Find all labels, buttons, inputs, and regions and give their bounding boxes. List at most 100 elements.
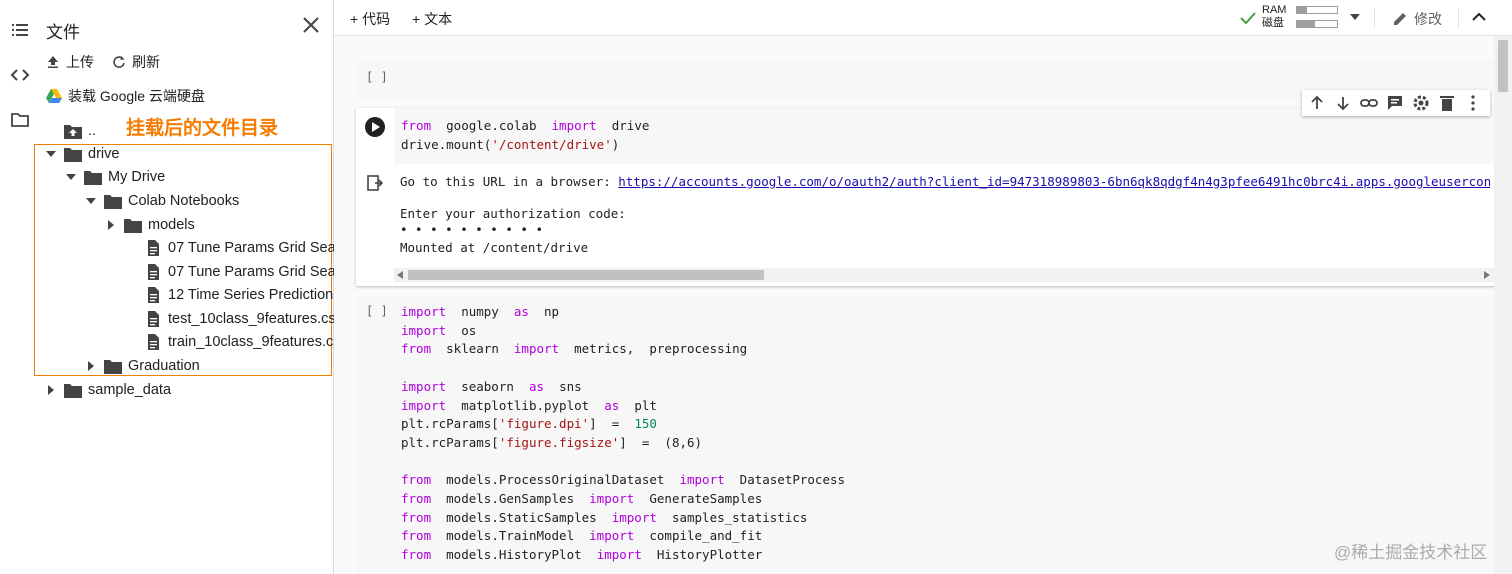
code-keyword: as [604, 397, 620, 413]
imports-code-cell[interactable]: [ ] import numpy as np import os from skle… [356, 296, 1496, 574]
link-icon[interactable] [1360, 94, 1378, 112]
code-line: from models.TrainModel import compile_an… [401, 528, 762, 543]
code-editor[interactable]: from google.colab import drive drive.moun… [394, 108, 1496, 164]
code-number: 150 [634, 416, 657, 432]
tree-item[interactable]: .. [64, 120, 96, 142]
folder-icon[interactable] [10, 110, 30, 130]
tree-item-label: sample_data [88, 382, 172, 398]
vertical-scrollbar[interactable] [1494, 36, 1512, 574]
mount-drive-button[interactable]: 装载 Google 云端硬盘 [46, 86, 205, 106]
delete-icon[interactable] [1438, 94, 1456, 112]
tree-item[interactable]: Graduation [84, 355, 200, 377]
code-keyword: import [401, 397, 447, 413]
code-text: models.ProcessOriginalDataset [431, 472, 680, 488]
code-keyword: as [513, 304, 529, 319]
code-line: drive.mount('/content/drive') [401, 137, 619, 152]
settings-gear-icon[interactable] [1412, 94, 1430, 112]
code-text: HistoryPlotter [641, 547, 763, 563]
tree-item[interactable]: My Drive [64, 166, 165, 188]
edit-label: 修改 [1414, 11, 1442, 27]
caret-right-icon[interactable] [44, 383, 58, 397]
add-code-button[interactable]: + 代码 [350, 9, 390, 29]
tree-item[interactable]: Colab Notebooks [84, 190, 239, 212]
code-keyword: import [611, 509, 657, 525]
code-text: models.TrainModel [431, 528, 590, 544]
code-text: ] = [589, 416, 635, 432]
notebook-area: [ ] from google.colab import drive drive.… [334, 36, 1512, 574]
table-of-contents-icon[interactable] [10, 20, 30, 40]
code-line: from google.colab import drive [401, 118, 649, 133]
tree-item[interactable]: 07 Tune Params Grid Searc... [124, 261, 360, 283]
file-icon [148, 311, 159, 327]
mount-drive-label: 装载 Google 云端硬盘 [68, 88, 205, 104]
caret-down-icon[interactable] [44, 147, 58, 161]
close-icon[interactable] [300, 14, 322, 36]
code-text: drive [596, 118, 650, 133]
cell-bracket: [ ] [366, 304, 388, 318]
file-icon [148, 264, 159, 280]
scroll-left-icon[interactable] [397, 271, 403, 279]
tree-item[interactable]: sample_data [44, 379, 171, 401]
google-drive-icon [46, 89, 62, 103]
ram-meter-fill [1297, 7, 1307, 13]
code-text: ] = (8,6) [619, 434, 703, 450]
code-keyword: import [679, 472, 725, 488]
caret-down-icon[interactable] [84, 194, 98, 208]
tree-item[interactable]: test_10class_9features.csv [124, 308, 343, 330]
vertical-scroll-thumb[interactable] [1498, 40, 1508, 92]
chevron-up-icon[interactable] [1472, 12, 1486, 22]
code-text: GenerateSamples [634, 491, 763, 506]
caret-right-icon[interactable] [104, 218, 118, 232]
caret-right-icon[interactable] [84, 359, 98, 373]
edit-button[interactable]: 修改 [1392, 9, 1442, 29]
code-keyword: from [401, 341, 432, 357]
tree-item[interactable]: drive [44, 143, 119, 165]
tree-item-label: Graduation [128, 358, 200, 374]
tree-item[interactable]: models [104, 214, 195, 236]
annotation-label: 挂载后的文件目录 [126, 118, 279, 139]
move-up-icon[interactable] [1308, 94, 1326, 112]
code-line: import numpy as np [401, 304, 559, 319]
refresh-label: 刷新 [132, 54, 160, 70]
folder-icon [124, 219, 142, 233]
oauth-link[interactable]: https://accounts.google.com/o/oauth2/aut… [618, 174, 1490, 189]
resources-dropdown-icon[interactable] [1350, 14, 1360, 22]
scroll-right-icon[interactable] [1484, 271, 1490, 279]
code-keyword: import [513, 341, 560, 357]
add-text-button[interactable]: + 文本 [412, 9, 452, 29]
icon-rail [0, 0, 38, 574]
horizontal-scrollbar[interactable] [394, 268, 1496, 282]
code-text: sklearn [431, 341, 514, 357]
caret-down-icon[interactable] [64, 170, 78, 184]
tree-item[interactable]: 12 Time Series Prediction 0... [124, 284, 357, 306]
code-string: '/content/drive' [491, 136, 612, 152]
code-text: compile_and_fit [634, 528, 763, 544]
horizontal-scroll-thumb[interactable] [408, 270, 764, 280]
code-keyword: from [401, 547, 432, 563]
mounted-message: Mounted at /content/drive [400, 240, 589, 255]
code-text: DatasetProcess [724, 472, 846, 488]
tree-item-label: test_10class_9features.csv [168, 311, 343, 327]
tree-item[interactable]: 07 Tune Params Grid Searc... [124, 237, 360, 259]
code-keyword: import [589, 528, 635, 544]
code-text: matplotlib.pyplot [446, 397, 605, 413]
refresh-button[interactable]: 刷新 [112, 52, 160, 72]
code-text: models.GenSamples [431, 491, 590, 506]
output-clear-icon[interactable] [366, 174, 384, 192]
file-icon [148, 240, 159, 256]
code-snippets-icon[interactable] [10, 65, 30, 85]
resource-labels[interactable]: RAM 磁盘 [1262, 4, 1286, 30]
upload-button[interactable]: 上传 [46, 52, 94, 72]
code-line: import seaborn as sns [401, 379, 582, 394]
tree-item[interactable]: train_10class_9features.csv [124, 331, 348, 353]
mount-drive-cell[interactable]: from google.colab import drive drive.moun… [356, 108, 1496, 286]
code-text: metrics, preprocessing [559, 341, 748, 357]
code-keyword: from [401, 118, 432, 133]
comment-icon[interactable] [1386, 94, 1404, 112]
tree-item-label: 12 Time Series Prediction 0... [168, 287, 358, 303]
more-options-icon[interactable] [1464, 94, 1482, 112]
move-down-icon[interactable] [1334, 94, 1352, 112]
run-cell-icon[interactable] [364, 116, 386, 138]
tree-item-label: 07 Tune Params Grid Searc... [168, 240, 360, 256]
file-icon [148, 334, 159, 350]
